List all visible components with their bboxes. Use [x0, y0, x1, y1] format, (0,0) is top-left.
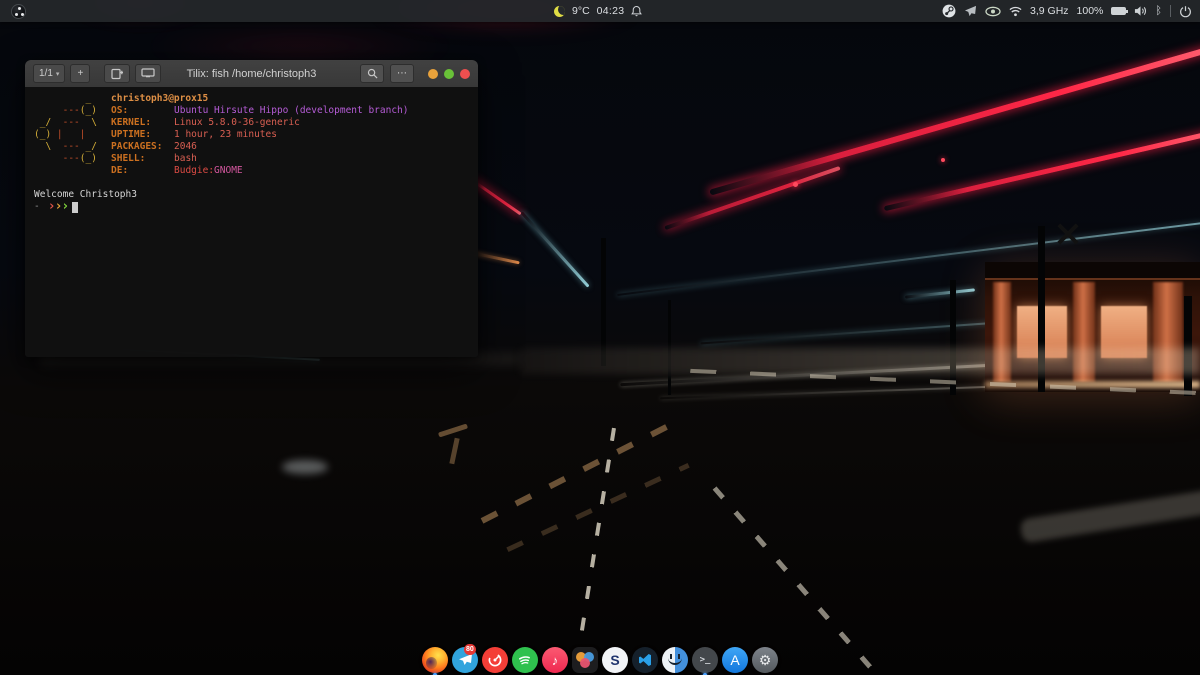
new-session-button[interactable]: + — [70, 64, 90, 83]
light-trail-red — [664, 166, 840, 230]
minimize-button[interactable] — [428, 69, 438, 79]
app-store-icon: A — [722, 647, 748, 673]
prompt-chevrons: ››› — [48, 201, 68, 214]
davinci-resolve-icon — [572, 647, 598, 673]
add-terminal-down-icon — [141, 68, 155, 79]
shell-prompt: - ››› — [34, 201, 478, 213]
dock-item-pocket-casts[interactable] — [482, 647, 508, 673]
curb-highlight — [1019, 489, 1200, 544]
dock-item-firefox[interactable] — [422, 647, 448, 673]
light-trail-cyan — [701, 308, 1200, 345]
spotify-icon — [512, 647, 538, 673]
dock-item-finder[interactable] — [662, 647, 688, 673]
dock-item-app-store[interactable]: A — [722, 647, 748, 673]
road-marking-dashed-line — [713, 486, 874, 670]
prompt-prefix: - — [34, 201, 40, 213]
clock[interactable]: 04:23 — [597, 5, 625, 17]
wifi-tray-icon[interactable] — [1009, 6, 1022, 17]
paper-plane-tray-icon[interactable] — [964, 5, 977, 17]
add-terminal-right-button[interactable] — [104, 64, 130, 83]
firefox-icon — [422, 647, 448, 673]
dock-item-vscode[interactable] — [632, 647, 658, 673]
dock-item-davinci-resolve[interactable] — [572, 647, 598, 673]
bluetooth-tray-icon[interactable]: ᛒ — [1155, 5, 1162, 17]
add-terminal-down-button[interactable] — [135, 64, 161, 83]
panel-separator — [1170, 5, 1171, 17]
road-marking-tan-dashes — [481, 418, 680, 523]
power-tray-icon[interactable] — [1179, 5, 1192, 18]
crossing-sign — [1057, 223, 1078, 244]
light-trail-white — [620, 353, 1199, 386]
battery-percent[interactable]: 100% — [1077, 5, 1104, 17]
crossing-sign — [1057, 223, 1078, 244]
pocket-casts-icon — [482, 647, 508, 673]
search-icon — [367, 68, 378, 79]
road-marking-arrow — [449, 438, 459, 464]
finder-icon — [662, 647, 688, 673]
fetch-output: _ ---(_) _/ --- \(_) | | \ --- _/ ---(_)… — [34, 93, 478, 177]
maximize-button[interactable] — [444, 69, 454, 79]
road-marking-tan-dashes — [506, 463, 689, 552]
light-trail-red — [709, 46, 1200, 195]
volume-tray-icon[interactable] — [1134, 5, 1147, 17]
pole-silhouette — [1184, 296, 1192, 396]
tilix-terminal-window[interactable]: 1/1 ▾ + Tilix: fish /home/christoph3 — [25, 60, 478, 357]
desktop: 9°C 04:23 — [0, 0, 1200, 675]
menu-button[interactable]: ⋯ — [390, 64, 414, 83]
dock-item-spotify[interactable] — [512, 647, 538, 673]
add-terminal-right-icon — [111, 68, 124, 80]
dock-item-terminal[interactable]: >_ — [692, 647, 718, 673]
dock: 80 ♪ — [422, 647, 778, 673]
dock-item-settings[interactable]: ⚙ — [752, 647, 778, 673]
light-trail-red — [884, 130, 1200, 211]
cpu-frequency[interactable]: 3,9 GHz — [1030, 5, 1069, 17]
road-marking-arrow — [438, 423, 468, 437]
light-trail-white — [660, 383, 1080, 400]
road-glow — [520, 348, 1200, 374]
ubuntu-ascii-logo: _ ---(_) _/ --- \(_) | | \ --- _/ ---(_) — [34, 93, 111, 177]
light-trail-cyan — [905, 288, 975, 298]
gear-icon: ⚙ — [752, 647, 778, 673]
dock-item-s-logo-app[interactable]: S — [602, 647, 628, 673]
dock-item-telegram[interactable]: 80 — [452, 647, 478, 673]
weather-temp: 9°C — [572, 5, 590, 17]
weather-moon-icon — [554, 6, 565, 17]
light-trail-red — [472, 180, 521, 216]
pole-silhouette — [668, 300, 671, 395]
battery-icon[interactable] — [1111, 7, 1126, 15]
steam-tray-icon[interactable] — [942, 4, 956, 18]
vscode-icon — [632, 647, 658, 673]
session-indicator-button[interactable]: 1/1 ▾ — [33, 64, 65, 83]
notification-badge: 80 — [464, 644, 476, 655]
road-reflection — [282, 460, 328, 474]
road-marking-dashed-line — [573, 428, 616, 675]
top-panel: 9°C 04:23 — [0, 0, 1200, 22]
budgie-menu-icon[interactable] — [11, 4, 26, 19]
notification-bell-icon[interactable] — [631, 5, 642, 17]
nvidia-eye-tray-icon[interactable] — [985, 6, 1001, 17]
search-button[interactable] — [360, 64, 384, 83]
text-cursor — [72, 202, 78, 213]
light-trail-cyan — [617, 222, 1200, 296]
road-marking-lane-dashes — [690, 369, 1200, 395]
chevron-down-icon: ▾ — [56, 70, 60, 78]
pole-silhouette — [601, 238, 606, 366]
building — [985, 262, 1200, 392]
light-trail-cyan — [520, 211, 589, 287]
terminal-titlebar[interactable]: 1/1 ▾ + Tilix: fish /home/christoph3 — [25, 60, 478, 87]
light-dot-red — [941, 158, 945, 162]
close-button[interactable] — [460, 69, 470, 79]
pole-silhouette — [950, 280, 956, 395]
music-note-icon: ♪ — [542, 647, 568, 673]
fetch-info: christoph3@prox15OS:Ubuntu Hirsute Hippo… — [111, 93, 409, 177]
dock-item-music[interactable]: ♪ — [542, 647, 568, 673]
terminal-icon: >_ — [692, 647, 718, 673]
welcome-message: Welcome Christoph3 — [34, 189, 478, 201]
light-dot-red — [793, 182, 798, 187]
terminal-body[interactable]: _ ---(_) _/ --- \(_) | | \ --- _/ ---(_)… — [25, 87, 478, 357]
s-logo-icon: S — [602, 647, 628, 673]
pole-silhouette — [1038, 226, 1045, 392]
